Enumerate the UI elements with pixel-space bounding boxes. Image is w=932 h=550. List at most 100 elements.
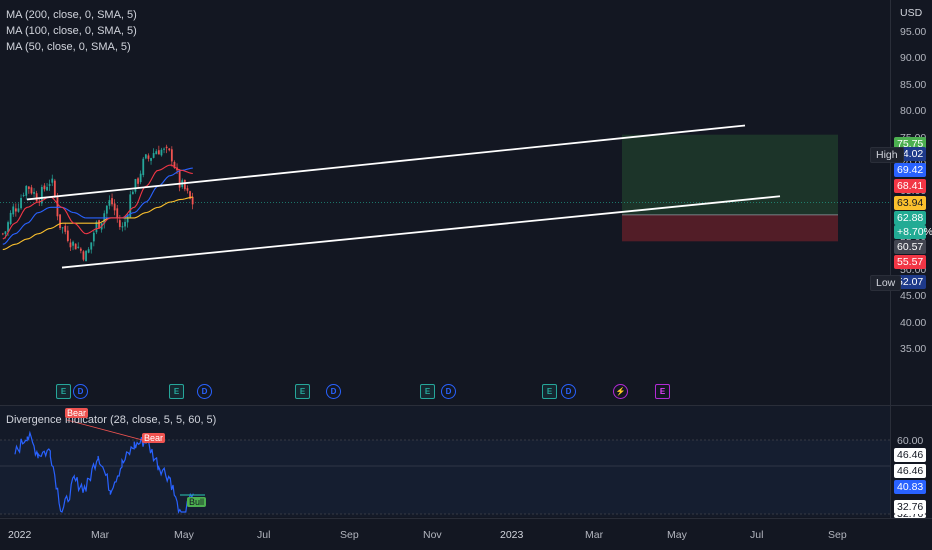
candle-body — [17, 208, 20, 212]
oscillator-axis-label: 40.83 — [894, 480, 926, 494]
candle-body — [116, 208, 119, 219]
candle-body — [69, 242, 72, 248]
candle-body — [131, 191, 134, 195]
candle-body — [126, 215, 129, 223]
price-label-ma50: 68.41 — [894, 179, 926, 193]
price-label-stop: 55.57 — [894, 255, 926, 269]
price-chart[interactable] — [0, 0, 932, 550]
dividend-event-icon[interactable]: D — [561, 384, 576, 399]
candle-body — [92, 232, 95, 242]
oscillator-axis-label: 46.46 — [894, 464, 926, 478]
candle-body — [191, 196, 194, 205]
legend-ma50[interactable]: MA (50, close, 0, SMA, 5) — [6, 41, 131, 53]
earnings-event-icon[interactable]: E — [295, 384, 310, 399]
candle-body — [157, 150, 160, 155]
candle-body — [137, 178, 139, 184]
bear-signal-label: Bear — [65, 408, 89, 418]
time-tick-label: May — [174, 529, 194, 541]
time-tick-label: Nov — [423, 529, 442, 541]
price-tick-label: 95.00 — [900, 26, 927, 38]
candle-body — [77, 246, 80, 248]
split-event-icon[interactable]: ⚡ — [613, 384, 628, 399]
dividend-event-icon[interactable]: D — [326, 384, 341, 399]
legend-ma100[interactable]: MA (100, close, 0, SMA, 5) — [6, 25, 137, 37]
candle-body — [90, 242, 93, 250]
time-tick-label: 2023 — [500, 529, 524, 541]
candle-body — [25, 185, 28, 196]
candle-body — [111, 198, 113, 205]
candle-body — [186, 188, 189, 191]
candle-body — [170, 149, 173, 162]
candle-body — [165, 146, 168, 149]
candle-body — [66, 230, 69, 242]
candle-body — [160, 149, 163, 156]
candle-body — [53, 180, 56, 197]
candle-body — [147, 155, 150, 159]
dividend-event-icon[interactable]: D — [197, 384, 212, 399]
earnings-event-icon[interactable]: E — [420, 384, 435, 399]
candle-body — [124, 221, 126, 227]
candle-body — [51, 178, 54, 183]
price-tick-label: 35.00 — [900, 343, 927, 355]
candle-body — [59, 214, 61, 229]
price-tick-label: 40.00 — [900, 316, 927, 329]
dividend-event-icon[interactable]: D — [73, 384, 88, 399]
earnings-event-icon[interactable]: E — [542, 384, 557, 399]
oscillator-axis-label: 46.46 — [894, 448, 926, 462]
candle-body — [14, 208, 17, 212]
price-tick-label: 85.00 — [900, 78, 927, 91]
candle-body — [105, 205, 108, 214]
candle-body — [85, 250, 87, 262]
bull-signal-label: Bull — [187, 497, 207, 507]
candle-body — [20, 197, 22, 209]
dividend-event-icon[interactable]: D — [441, 384, 456, 399]
candle-body — [144, 154, 147, 159]
candle-body — [82, 251, 85, 260]
candle-body — [134, 179, 137, 192]
oscillator-axis-label: 32.76 — [894, 500, 926, 514]
candle-body — [168, 148, 171, 151]
price-label-last: 62.88 — [894, 211, 926, 225]
candle-body — [79, 248, 82, 251]
legend-divergence-indicator[interactable]: Divergence Indicator (28, close, 5, 5, 6… — [6, 414, 216, 426]
time-tick-label: Jul — [257, 529, 271, 541]
bear-signal-label: Bear — [142, 433, 166, 443]
candle-body — [87, 249, 90, 253]
candle-body — [48, 184, 51, 186]
oscillator-axis-label: 32.76 — [894, 514, 926, 518]
candle-body — [22, 195, 25, 196]
price-tag-low: Low — [870, 275, 902, 291]
time-tick-label: Mar — [585, 529, 604, 541]
earnings-event-icon[interactable]: E — [655, 384, 670, 399]
oscillator-band — [0, 440, 890, 514]
price-tick-label: 45.00 — [900, 290, 927, 303]
time-tick-label: Sep — [340, 529, 359, 541]
candle-body — [12, 206, 15, 215]
price-tick-label: 80.00 — [900, 105, 927, 118]
candle-body — [56, 196, 59, 217]
candle-body — [118, 220, 121, 227]
candle-body — [9, 212, 12, 224]
oscillator-axis-label: 60.00 — [897, 435, 924, 447]
price-change-percent: +8.70% — [894, 225, 932, 239]
earnings-event-icon[interactable]: E — [169, 384, 184, 399]
candle-body — [33, 192, 35, 194]
candle-body — [108, 200, 111, 206]
price-label-ma200: 63.94 — [894, 196, 926, 210]
earnings-event-icon[interactable]: E — [56, 384, 71, 399]
currency-label: USD — [900, 7, 923, 19]
chart-root: MA (200, close, 0, SMA, 5) MA (100, clos… — [0, 0, 932, 550]
time-tick-label: May — [667, 529, 687, 541]
price-tag-high: High — [870, 147, 904, 163]
legend-ma200[interactable]: MA (200, close, 0, SMA, 5) — [6, 9, 137, 21]
loss-zone — [622, 214, 838, 242]
candle-body — [46, 186, 48, 191]
time-tick-label: Mar — [91, 529, 110, 541]
candle-body — [155, 151, 158, 155]
candle-body — [27, 186, 30, 189]
candle-body — [43, 185, 46, 190]
candle-body — [35, 193, 38, 202]
time-tick-label: Sep — [828, 529, 847, 541]
time-tick-label: Jul — [750, 529, 764, 541]
candle-body — [163, 148, 165, 150]
